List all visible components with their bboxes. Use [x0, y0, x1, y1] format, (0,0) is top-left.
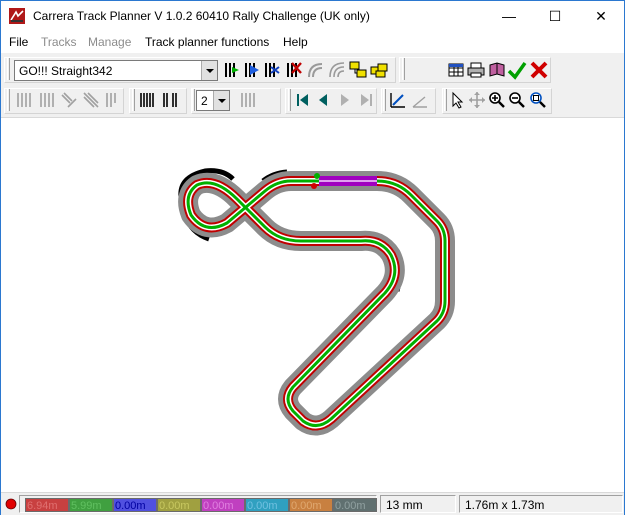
place-track-start-icon[interactable]: [223, 61, 241, 79]
toolbar-row-2: 2: [1, 86, 624, 116]
barrier-2-icon[interactable]: [161, 91, 179, 109]
app-icon: [9, 8, 25, 24]
move-icon[interactable]: [468, 91, 486, 109]
lane-length-5: 0.00m: [201, 498, 245, 512]
menu-bar: File Tracks Manage Track planner functio…: [1, 31, 624, 53]
app-window: Carrera Track Planner V 1.0.2 60410 Rall…: [0, 0, 625, 515]
barrier-icon[interactable]: [138, 91, 156, 109]
track-piece-select[interactable]: GO!!! Straight342: [14, 60, 218, 81]
lane-straight-icon[interactable]: [15, 91, 33, 109]
zoom-in-icon[interactable]: [488, 91, 506, 109]
measure-icon[interactable]: [389, 91, 407, 109]
lane-length-8: 0.00m: [333, 498, 377, 512]
parts-list-icon[interactable]: [447, 61, 465, 79]
first-icon[interactable]: [294, 91, 312, 109]
chevron-down-icon[interactable]: [201, 61, 217, 80]
toolbar-grip[interactable]: [192, 89, 195, 111]
lane-diagonal-icon[interactable]: [82, 91, 100, 109]
chevron-down-icon[interactable]: [213, 91, 229, 110]
place-track-fill-icon[interactable]: [243, 61, 261, 79]
lane-straight-2-icon[interactable]: [38, 91, 56, 109]
close-button[interactable]: ✕: [578, 1, 624, 31]
book-icon[interactable]: [488, 61, 506, 79]
minimize-button[interactable]: —: [486, 1, 532, 31]
toolbar-row-1: GO!!! Straight342: [1, 55, 624, 85]
lane-red: [188, 181, 445, 426]
previous-icon[interactable]: [314, 91, 332, 109]
delete-track-icon[interactable]: [285, 61, 303, 79]
curve-track-icon[interactable]: [306, 61, 324, 79]
print-icon[interactable]: [467, 61, 485, 79]
pointer-icon[interactable]: [449, 91, 467, 109]
window-title: Carrera Track Planner V 1.0.2 60410 Rall…: [33, 9, 370, 23]
lane-length-6: 0.00m: [245, 498, 289, 512]
layout-dimensions-value: 1.76m x 1.73m: [465, 498, 545, 512]
lane-length-3: 0.00m: [113, 498, 157, 512]
lane-length-1: 6.94m: [25, 498, 69, 512]
toolbar-grip[interactable]: [383, 89, 386, 111]
next-icon[interactable]: [336, 91, 354, 109]
lane-end-icon[interactable]: [103, 91, 121, 109]
menu-file[interactable]: File: [9, 35, 28, 49]
toolbar-grip[interactable]: [7, 58, 10, 80]
lane-width-icon[interactable]: [239, 91, 257, 109]
lane-change-icon[interactable]: [60, 91, 78, 109]
lane-length-4: 0.00m: [157, 498, 201, 512]
zoom-out-icon[interactable]: [508, 91, 526, 109]
place-track-cross-icon[interactable]: [263, 61, 281, 79]
last-icon[interactable]: [357, 91, 375, 109]
menu-track-planner-functions[interactable]: Track planner functions: [145, 35, 269, 49]
start-marker-red[interactable]: [311, 183, 317, 189]
start-marker-green[interactable]: [314, 173, 320, 179]
menu-manage[interactable]: Manage: [88, 35, 131, 49]
status-bar: 6.94m 5.99m 0.00m 0.00m 0.00m 0.00m 0.00…: [1, 492, 624, 515]
copy-section-icon[interactable]: [349, 61, 367, 79]
track-piece-select-value: GO!!! Straight342: [19, 64, 113, 78]
maximize-button[interactable]: ☐: [532, 1, 578, 31]
track-canvas[interactable]: [1, 118, 624, 492]
toolbar-grip[interactable]: [132, 89, 135, 111]
zoom-fit-icon[interactable]: [529, 91, 547, 109]
toolbar-grip[interactable]: [288, 89, 291, 111]
lane-count-value: 2: [201, 94, 208, 108]
curve-track-2-icon[interactable]: [328, 61, 346, 79]
record-icon[interactable]: [5, 498, 17, 510]
paste-section-icon[interactable]: [370, 61, 388, 79]
toolbar-grip[interactable]: [7, 89, 10, 111]
lane-length-7: 0.00m: [289, 498, 333, 512]
lane-length-2: 5.99m: [69, 498, 113, 512]
menu-tracks[interactable]: Tracks: [41, 35, 77, 49]
confirm-check-icon[interactable]: [507, 60, 527, 80]
angle-icon[interactable]: [411, 91, 429, 109]
track-layout[interactable]: [1, 118, 624, 492]
toolbar-area: GO!!! Straight342 2: [1, 53, 624, 118]
menu-help[interactable]: Help: [283, 35, 308, 49]
cancel-x-icon[interactable]: [530, 61, 548, 79]
toolbar-grip[interactable]: [444, 89, 447, 111]
lane-count-select[interactable]: 2: [196, 90, 230, 111]
grid-size-value: 13 mm: [386, 498, 423, 512]
title-bar[interactable]: Carrera Track Planner V 1.0.2 60410 Rall…: [1, 1, 624, 31]
toolbar-grip[interactable]: [402, 58, 405, 80]
